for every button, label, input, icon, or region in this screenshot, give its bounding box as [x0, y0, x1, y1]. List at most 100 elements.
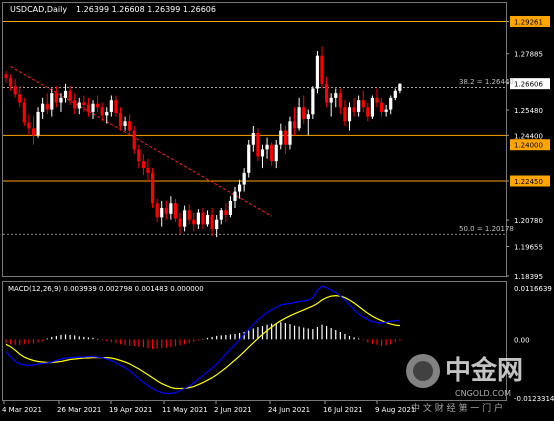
candle-body [279, 130, 283, 145]
time-tick-label: 16 Jul 2021 [323, 406, 363, 414]
candle-body [86, 104, 91, 112]
candle-body [4, 74, 8, 78]
time-tick-label: 4 Mar 2021 [2, 406, 42, 414]
price-tick-label: 1.25480 [514, 107, 543, 115]
candle-body [233, 191, 237, 201]
candle-body [183, 210, 187, 227]
candle-body [384, 109, 388, 112]
time-tick-label: 2 Jun 2021 [214, 406, 252, 414]
macd-group [5, 285, 401, 395]
level-price-label: 1.29261 [514, 18, 543, 26]
candle-body [219, 210, 223, 220]
trendline-group [10, 66, 272, 217]
candle-body [50, 93, 54, 110]
candle-body [329, 97, 333, 103]
candle-body [334, 93, 338, 98]
candle-body [100, 107, 104, 116]
time-tick-label: 24 Jun 2021 [268, 406, 310, 414]
candle-body [8, 77, 13, 87]
candle-body [228, 200, 233, 215]
trendline [10, 66, 272, 217]
candle-body [150, 172, 155, 204]
macd-label: MACD(12,26,9) 0.003939 0.002798 0.001483… [8, 285, 204, 293]
candle-body [164, 207, 168, 214]
macd-tick-label: 0.0116639 [514, 285, 552, 293]
candle-body [96, 103, 100, 108]
candle-body [251, 133, 255, 145]
candle-body [201, 212, 205, 225]
time-axis: 4 Mar 2021 26 Mar 2021 19 Apr 2021 11 May 2… [2, 401, 415, 414]
candle-body [215, 219, 219, 230]
candle-body [361, 100, 365, 108]
candle-body [105, 111, 109, 116]
macd-tick-label: 0.00 [514, 336, 530, 344]
candle-body [114, 100, 118, 114]
candle-body [13, 86, 17, 95]
candle-body [379, 102, 384, 112]
candle-body [292, 121, 297, 129]
candle-body [123, 121, 127, 126]
candle-body [237, 184, 242, 192]
candle-body [132, 130, 136, 150]
candle-body [178, 218, 182, 227]
candle-body [22, 102, 26, 123]
candle-body [73, 100, 77, 109]
candle-body [169, 203, 173, 214]
candle-body [91, 103, 95, 112]
candle-body [146, 168, 150, 173]
candle-body [137, 149, 141, 162]
candle-body [315, 55, 320, 89]
candle-body [352, 107, 356, 112]
candle-body [306, 114, 310, 119]
price-tick-label: 1.19655 [514, 243, 543, 251]
header-ohlc: 1.26399 1.26608 1.26399 1.26606 [76, 5, 216, 14]
macd-line [5, 285, 400, 395]
candle-body [242, 172, 246, 185]
candle-body [205, 214, 210, 225]
watermark-brand: 中金网 [445, 355, 523, 386]
time-tick-label: 11 May 2021 [162, 406, 208, 414]
candles-group [4, 46, 402, 238]
candle-body [370, 97, 374, 117]
candle-body [118, 113, 123, 126]
fib-500-label: 50.0 = 1.20178 [459, 225, 514, 233]
level-lines [3, 20, 506, 235]
watermark-domain: CNGOLD.COM [455, 389, 511, 398]
candle-body [36, 111, 40, 136]
time-tick-label: 19 Apr 2021 [109, 406, 152, 414]
candle-body [128, 121, 132, 131]
level-price-label: 1.22450 [514, 178, 543, 186]
candle-body [338, 93, 342, 108]
candle-body [325, 83, 329, 103]
candle-body [302, 107, 306, 119]
candle-body [54, 93, 58, 103]
candle-body [393, 90, 397, 98]
candle-body [320, 55, 324, 84]
candle-body [260, 149, 265, 157]
chart-window: 1.29261 1.27885 1.26606 1.25480 1.24400 1.224… [0, 0, 554, 417]
candle-body [398, 83, 402, 91]
candle-body [347, 107, 352, 122]
price-tick-label: 1.27885 [514, 51, 543, 59]
candle-body [63, 90, 68, 98]
candle-body [82, 102, 86, 105]
candle-body [256, 133, 260, 157]
watermark-slogan: 中 文 财 经 第 一 门 户 [411, 402, 503, 414]
candle-body [311, 88, 315, 115]
candle-body [247, 144, 251, 173]
price-axis: 1.29261 1.27885 1.26606 1.25480 1.24400 1.224… [506, 15, 550, 281]
candle-body [187, 210, 191, 220]
candle-body [173, 203, 178, 219]
candle-body [45, 103, 49, 110]
candle-body [41, 103, 45, 112]
candle-body [366, 107, 370, 117]
signal-line [5, 294, 400, 390]
candle-body [59, 97, 63, 103]
candle-body [270, 144, 274, 162]
candle-body [224, 210, 228, 215]
candle-body [77, 102, 81, 109]
candle-body [283, 130, 287, 145]
candle-body [357, 100, 361, 112]
fib-382-label: 38.2 = 1.26440 [459, 78, 514, 86]
price-tick-label: 1.18395 [514, 273, 543, 281]
